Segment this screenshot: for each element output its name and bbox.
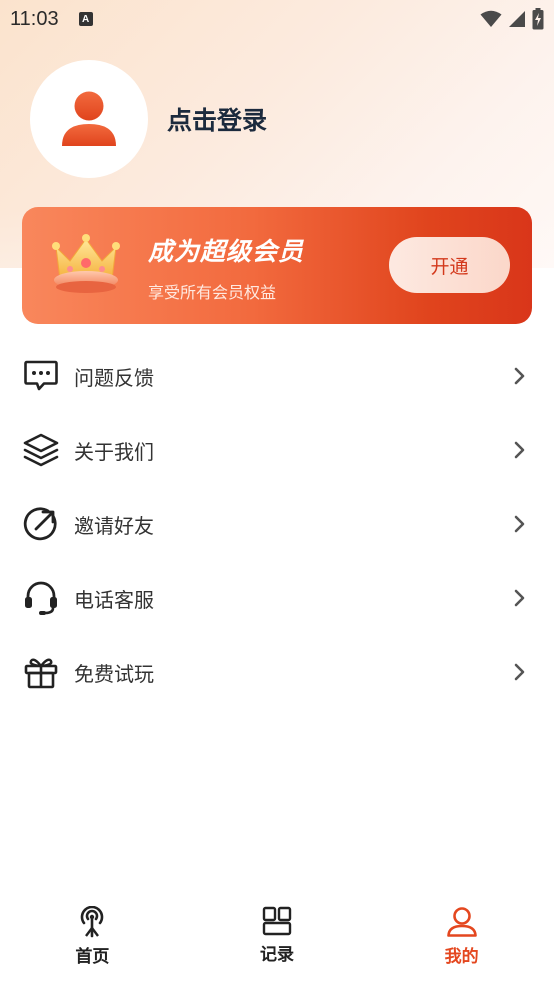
- chevron-right-icon: [514, 367, 526, 385]
- chevron-right-icon: [514, 589, 526, 607]
- menu-item-label: 问题反馈: [74, 365, 154, 390]
- notification-a-icon: A: [78, 12, 93, 26]
- gift-icon: [22, 653, 60, 691]
- status-time: 11:03: [10, 7, 59, 30]
- battery-charging-icon: [532, 8, 544, 30]
- chevron-right-icon: [514, 515, 526, 533]
- headset-icon: [22, 579, 60, 617]
- activate-vip-button[interactable]: 开通: [389, 237, 510, 293]
- nav-tab-home[interactable]: 首页: [0, 900, 185, 984]
- bottom-navigation: 首页 记录 我的: [0, 900, 554, 984]
- menu-item-about[interactable]: 关于我们: [0, 413, 554, 487]
- nav-label: 记录: [260, 945, 294, 965]
- user-avatar-icon: [62, 91, 116, 146]
- vip-subtitle: 享受所有会员权益: [148, 283, 277, 302]
- menu-item-label: 电话客服: [74, 587, 154, 612]
- menu-item-label: 关于我们: [74, 439, 154, 464]
- status-icons: [480, 8, 544, 30]
- menu-item-phone-service[interactable]: 电话客服: [0, 561, 554, 635]
- feedback-chat-icon: [22, 357, 60, 395]
- chevron-right-icon: [514, 663, 526, 681]
- cellular-signal-icon: [509, 11, 525, 27]
- menu-item-invite[interactable]: 邀请好友: [0, 487, 554, 561]
- nav-tab-records[interactable]: 记录: [185, 900, 370, 984]
- menu-item-feedback[interactable]: 问题反馈: [0, 339, 554, 413]
- settings-menu: 问题反馈 关于我们 邀请好友 电话客服 免费试玩: [0, 339, 554, 709]
- antenna-icon: [81, 906, 104, 938]
- layers-icon: [22, 431, 60, 469]
- share-arrow-icon: [22, 505, 60, 543]
- avatar[interactable]: [30, 60, 148, 178]
- menu-item-free-trial[interactable]: 免费试玩: [0, 635, 554, 709]
- chevron-right-icon: [514, 441, 526, 459]
- login-link[interactable]: 点击登录: [167, 101, 267, 137]
- nav-label: 首页: [75, 947, 110, 967]
- vip-title: 成为超级会员: [148, 237, 305, 266]
- status-bar: 11:03 A: [0, 0, 554, 38]
- wifi-icon: [480, 10, 502, 27]
- crown-icon: [52, 234, 120, 293]
- user-icon: [446, 907, 477, 937]
- vip-banner[interactable]: 成为超级会员 享受所有会员权益 开通: [22, 207, 532, 324]
- nav-tab-mine[interactable]: 我的: [369, 900, 554, 984]
- nav-label: 我的: [444, 947, 479, 967]
- menu-item-label: 邀请好友: [74, 513, 154, 538]
- grid-icon: [262, 906, 292, 936]
- menu-item-label: 免费试玩: [74, 661, 154, 686]
